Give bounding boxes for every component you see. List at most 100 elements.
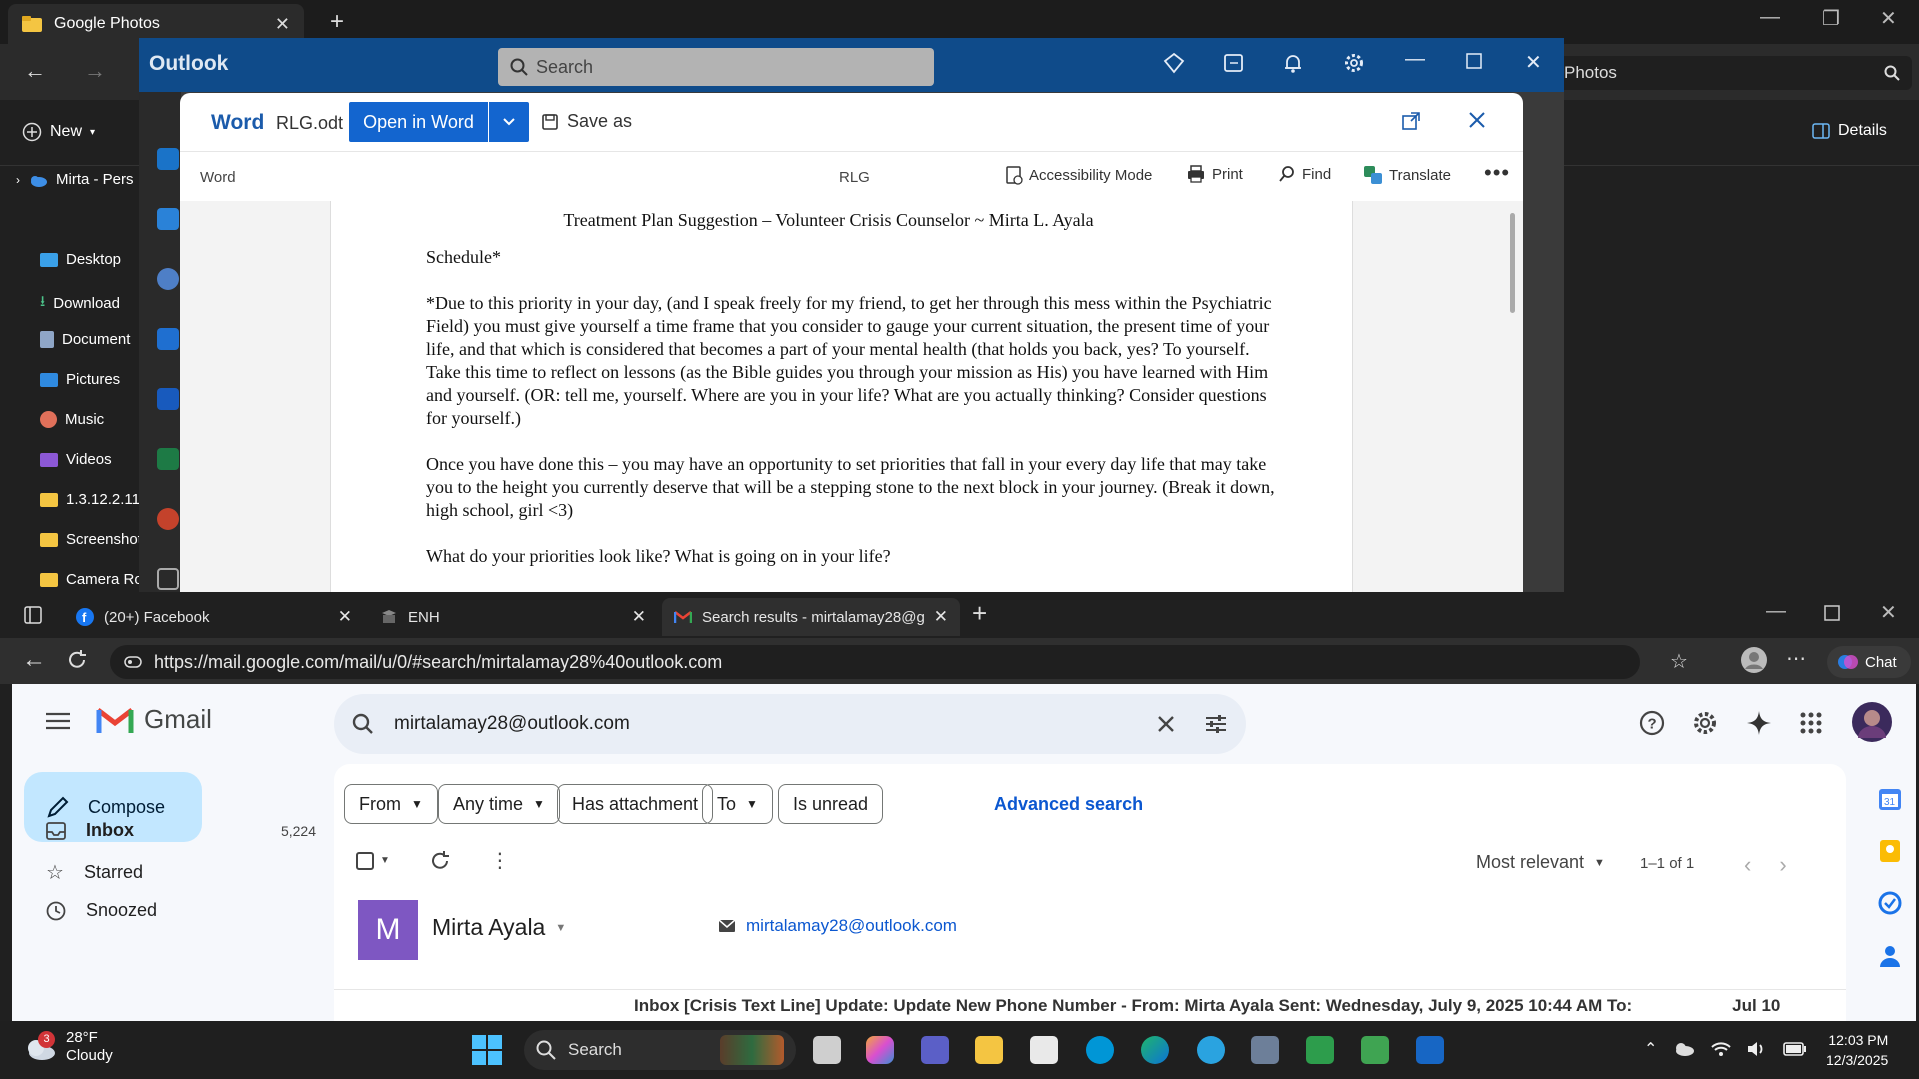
outlook-search-input[interactable]: Search [498,48,934,86]
battery-icon[interactable] [1783,1042,1807,1056]
sidebar-item-pictures[interactable]: Pictures [40,371,120,388]
back-arrow-icon[interactable]: ← [22,646,46,674]
refresh-icon[interactable] [430,850,450,871]
chevron-left-icon[interactable]: ‹ [1744,852,1751,878]
nav-item-starred[interactable]: ☆ Starred [46,860,316,885]
onedrive-cloud-icon[interactable] [1673,1042,1695,1056]
taskbar-search[interactable]: Search [524,1030,796,1070]
find-button[interactable]: Find [1278,165,1331,183]
gear-icon[interactable] [1343,52,1365,74]
minimize-icon[interactable]: — [1760,6,1780,29]
maximize-icon[interactable] [1465,52,1483,70]
close-icon[interactable] [1466,109,1488,131]
volume-icon[interactable] [1747,1041,1767,1057]
sidebar-item-documents[interactable]: Document [40,331,130,348]
tab-actions-icon[interactable] [24,606,42,624]
start-button[interactable] [472,1035,502,1065]
taskbar-clock[interactable]: 12:03 PM 12/3/2025 [1826,1030,1888,1070]
bell-icon[interactable] [1282,52,1304,74]
contact-avatar[interactable]: M [358,900,418,960]
excel-app-icon[interactable] [1306,1036,1334,1064]
weather-widget[interactable]: 3 28°F Cloudy [22,1029,113,1065]
refresh-icon[interactable] [66,649,88,671]
filter-from-chip[interactable]: From ▼ [344,784,438,824]
tab-facebook[interactable]: f (20+) Facebook ✕ [64,598,364,636]
notes-icon[interactable] [1223,52,1245,74]
tasks-icon[interactable] [1878,891,1902,915]
profile-icon[interactable] [1740,646,1768,674]
excel-app-icon[interactable] [157,448,179,470]
sidebar-item-camera-roll[interactable]: Camera Ro [40,571,143,588]
tab-enh[interactable]: ENH ✕ [368,598,658,636]
more-options-icon[interactable]: ⋯ [1786,646,1806,671]
sidebar-item-videos[interactable]: Videos [40,451,112,468]
new-button[interactable]: New ▾ [22,122,95,142]
sidebar-item-desktop[interactable]: Desktop [40,251,121,268]
sidebar-item-onedrive[interactable]: › Mirta - Pers [16,171,134,188]
document-scrollbar[interactable] [1510,213,1515,313]
gmail-logo[interactable]: Gmail [96,704,212,735]
sidebar-item-music[interactable]: Music [40,411,104,428]
advanced-search-link[interactable]: Advanced search [994,794,1143,815]
close-tab-icon[interactable]: ✕ [275,14,290,35]
chevron-right-icon[interactable]: › [1779,852,1786,878]
minimize-icon[interactable]: — [1766,600,1786,623]
open-in-word-button[interactable]: Open in Word [349,102,488,142]
close-window-icon[interactable]: ✕ [1880,600,1897,625]
new-tab-button[interactable]: + [972,598,987,629]
apps-grid-icon[interactable] [1800,712,1822,734]
nav-item-snoozed[interactable]: Snoozed [46,900,316,921]
camera-icon[interactable] [1251,1036,1279,1064]
email-row[interactable]: Inbox [Crisis Text Line] Update: Update … [634,996,1780,1016]
nav-item-inbox[interactable]: Inbox 5,224 [46,820,316,841]
sidebar-item-screenshots[interactable]: Screenshot [40,531,142,548]
close-window-icon[interactable]: ✕ [1525,50,1542,75]
task-view-icon[interactable] [813,1036,841,1064]
maximize-icon[interactable] [1824,605,1840,621]
gear-icon[interactable] [1692,710,1718,736]
sheets-app-icon[interactable] [1361,1036,1389,1064]
more-options-icon[interactable]: ••• [1484,160,1510,186]
restore-icon[interactable]: ❐ [1822,6,1840,31]
close-tab-icon[interactable]: ✕ [338,607,352,627]
sidebar-item-folder[interactable]: 1.3.12.2.11 [40,491,140,508]
chevron-up-icon[interactable]: ⌃ [1644,1039,1657,1059]
apps-grid-icon[interactable] [157,568,179,590]
tab-gmail-search[interactable]: Search results - mirtalamay28@g ✕ [662,598,960,636]
filter-time-chip[interactable]: Any time ▼ [438,784,560,824]
wifi-icon[interactable] [1711,1041,1732,1057]
select-all-checkbox[interactable]: ▼ [356,851,390,870]
sort-dropdown[interactable]: Most relevant ▼ [1476,852,1605,873]
mail-search-input[interactable]: mirtalamay28@outlook.com [334,694,1246,754]
search-options-icon[interactable] [1204,714,1228,734]
close-tab-icon[interactable]: ✕ [632,607,646,627]
help-icon[interactable]: ? [1639,710,1665,736]
outlook-app-icon[interactable] [1416,1036,1444,1064]
filter-to-chip[interactable]: To ▼ [702,784,773,824]
translate-button[interactable]: Translate [1363,165,1451,185]
contacts-icon[interactable] [1878,943,1902,967]
accessibility-mode-button[interactable]: Accessibility Mode [1005,165,1152,185]
forward-arrow-icon[interactable]: → [84,58,106,84]
powerpoint-app-icon[interactable] [157,508,179,530]
diamond-icon[interactable] [1163,52,1185,74]
copilot-app-icon[interactable] [866,1036,894,1064]
word-app-icon[interactable] [157,388,179,410]
minimize-icon[interactable]: — [1405,48,1425,71]
main-menu-icon[interactable] [46,712,70,730]
microsoft-store-icon[interactable] [1030,1036,1058,1064]
filter-unread-chip[interactable]: Is unread [778,784,884,824]
people-app-icon[interactable] [157,268,179,290]
teams-icon[interactable] [921,1036,949,1064]
filter-attachment-chip[interactable]: Has attachment [557,784,714,824]
explorer-search-box[interactable]: Photos [1552,56,1912,90]
copilot-chat-button[interactable]: Chat [1827,646,1911,678]
calendar-icon[interactable]: 31 [1878,787,1902,811]
close-window-icon[interactable]: ✕ [1880,6,1897,31]
calendar-app-icon[interactable] [157,208,179,230]
close-tab-icon[interactable]: ✕ [934,607,948,627]
contact-email-link[interactable]: mirtalamay28@outlook.com [718,916,957,936]
address-bar-input[interactable]: https://mail.google.com/mail/u/0/#search… [110,645,1640,679]
edge-icon[interactable] [1141,1036,1169,1064]
todo-app-icon[interactable] [157,328,179,350]
